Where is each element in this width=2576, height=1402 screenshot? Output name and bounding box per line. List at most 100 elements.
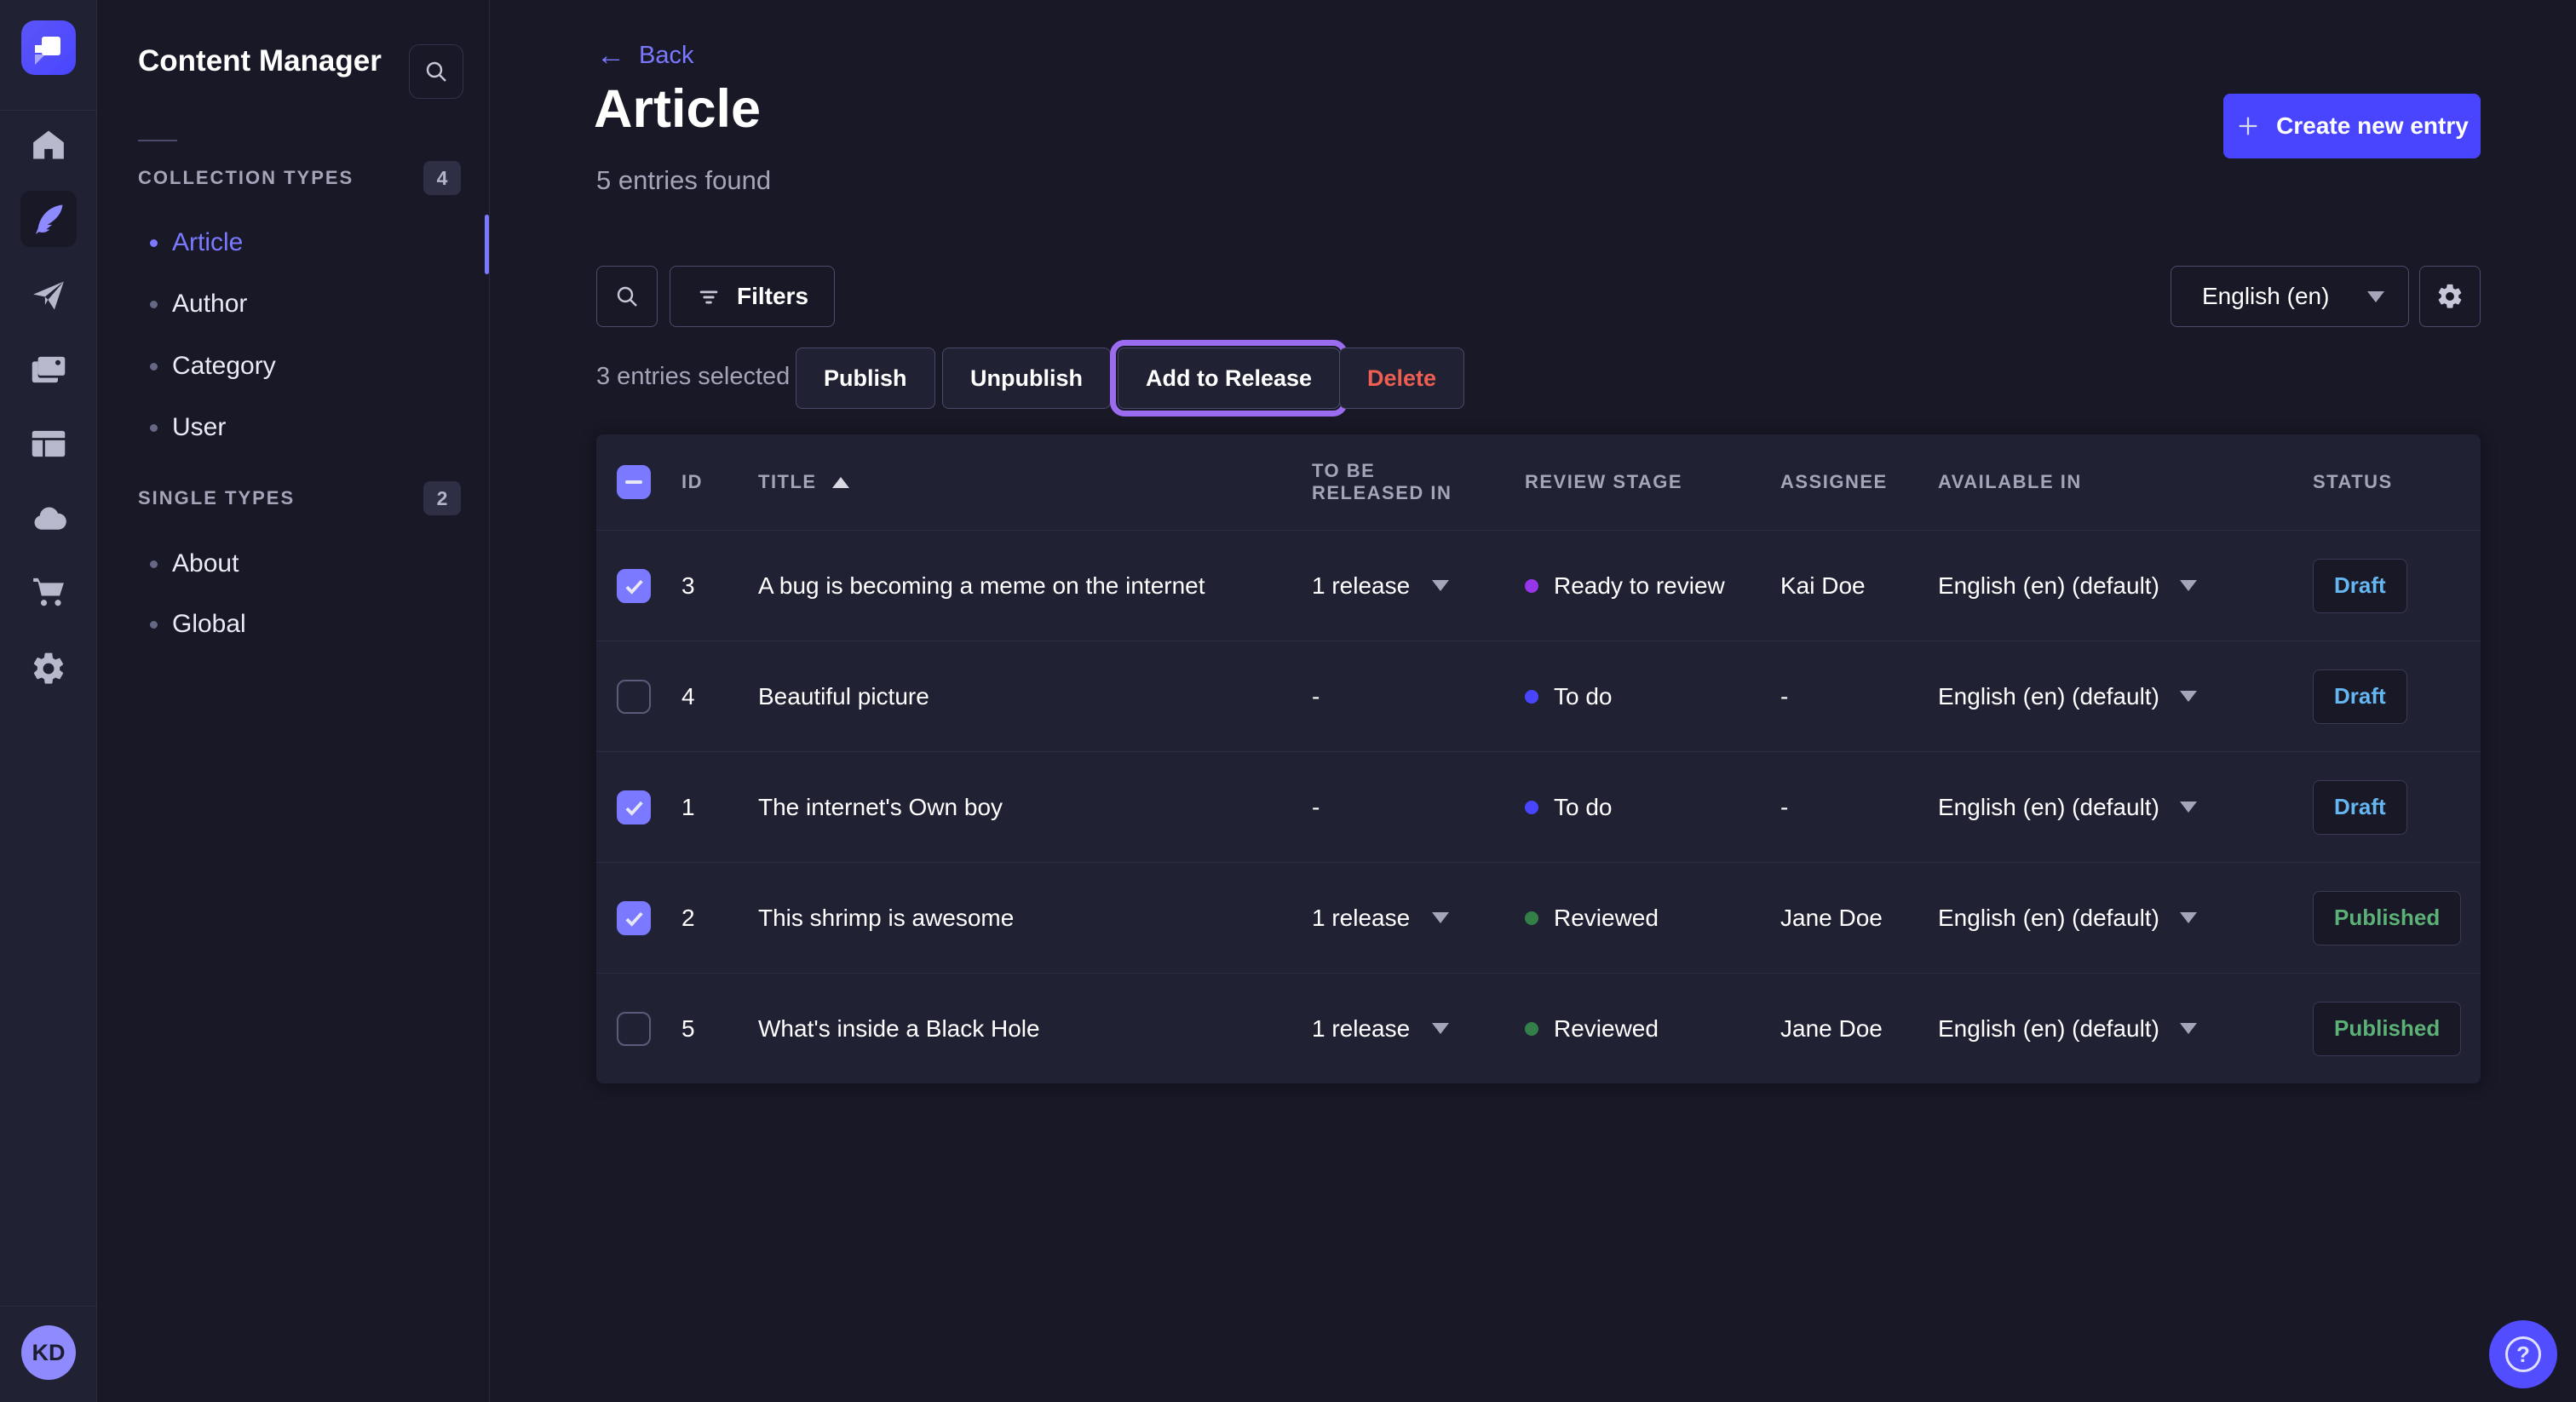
review-stage-value: Reviewed <box>1554 1015 1659 1043</box>
release-cell[interactable]: - <box>1278 794 1491 821</box>
strapi-logo-icon <box>21 20 76 75</box>
locale-cell[interactable]: English (en) (default) <box>1904 794 2279 821</box>
user-avatar[interactable]: KD <box>21 1325 76 1380</box>
nav-releases[interactable] <box>0 265 96 326</box>
subnav-title: Content Manager <box>138 44 382 78</box>
locale-cell[interactable]: English (en) (default) <box>1904 683 2279 710</box>
row-id: 5 <box>681 1015 758 1043</box>
sidebar-item-label: User <box>172 413 226 442</box>
locale-cell[interactable]: English (en) (default) <box>1904 905 2279 932</box>
view-settings-button[interactable] <box>2419 266 2481 327</box>
locale-cell[interactable]: English (en) (default) <box>1904 1015 2279 1043</box>
strapi-logo[interactable] <box>21 20 76 75</box>
search-icon <box>613 283 641 310</box>
release-cell[interactable]: 1 release <box>1278 905 1491 932</box>
review-stage-value: To do <box>1554 794 1613 821</box>
layout-icon <box>30 425 67 463</box>
locale-cell[interactable]: English (en) (default) <box>1904 572 2279 600</box>
locale-select[interactable]: English (en) <box>2171 266 2409 327</box>
cloud-icon <box>30 499 67 537</box>
row-checkbox[interactable] <box>617 680 651 714</box>
subnav-divider <box>138 140 177 141</box>
sidebar-item-label: Article <box>172 228 243 257</box>
content-manager-subnav: Content Manager COLLECTION TYPES 4 Artic… <box>97 0 490 1402</box>
assignee-cell: Jane Doe <box>1746 905 1904 932</box>
release-cell[interactable]: - <box>1278 683 1491 710</box>
review-stage-cell: Ready to review <box>1491 572 1746 600</box>
col-header-available-in[interactable]: AVAILABLE IN <box>1904 471 2279 493</box>
nav-marketplace[interactable] <box>0 560 96 622</box>
sidebar-item-label: About <box>172 549 239 578</box>
row-checkbox[interactable] <box>617 901 651 935</box>
chevron-down-icon <box>1432 580 1449 591</box>
nav-deploy[interactable] <box>0 487 96 549</box>
nav-home[interactable] <box>0 114 96 175</box>
images-icon <box>30 351 67 388</box>
create-new-entry-button[interactable]: Create new entry <box>2223 94 2481 158</box>
status-badge: Draft <box>2313 559 2407 613</box>
nav-settings[interactable] <box>0 638 96 699</box>
review-stage-cell: Reviewed <box>1491 1015 1746 1043</box>
filters-button[interactable]: Filters <box>670 266 835 327</box>
back-link[interactable]: ← Back <box>596 41 693 70</box>
status-badge: Published <box>2313 891 2461 945</box>
sidebar-item-label: Author <box>172 290 247 319</box>
sidebar-item-label: Global <box>172 610 246 639</box>
assignee-cell: - <box>1746 794 1904 821</box>
unpublish-button[interactable]: Unpublish <box>942 348 1111 409</box>
gear-icon <box>2435 282 2464 311</box>
bullet-icon <box>150 560 158 568</box>
release-cell[interactable]: 1 release <box>1278 572 1491 600</box>
rail-bottom-divider <box>0 1306 96 1307</box>
arrow-left-icon: ← <box>596 41 625 70</box>
col-header-status[interactable]: STATUS <box>2279 471 2481 493</box>
row-checkbox[interactable] <box>617 790 651 825</box>
nav-content-manager[interactable] <box>20 191 77 247</box>
gear-icon <box>30 650 67 687</box>
delete-button[interactable]: Delete <box>1339 348 1464 409</box>
nav-media-library[interactable] <box>0 339 96 400</box>
release-cell[interactable]: 1 release <box>1278 1015 1491 1043</box>
locale-value: English (en) (default) <box>1938 794 2159 821</box>
filters-label: Filters <box>737 283 808 310</box>
table-row[interactable]: 2 This shrimp is awesome 1 release Revie… <box>596 862 2481 973</box>
col-header-title[interactable]: TITLE <box>758 471 1278 493</box>
sidebar-item-category[interactable]: Category <box>97 336 489 397</box>
col-header-assignee[interactable]: ASSIGNEE <box>1746 471 1904 493</box>
publish-button[interactable]: Publish <box>796 348 935 409</box>
subnav-search-button[interactable] <box>409 44 463 99</box>
table-row[interactable]: 4 Beautiful picture - To do - English (e… <box>596 641 2481 751</box>
sidebar-item-user[interactable]: User <box>97 397 489 458</box>
table-row[interactable]: 5 What's inside a Black Hole 1 release R… <box>596 973 2481 1083</box>
sidebar-item-global[interactable]: Global <box>97 594 489 655</box>
list-search-button[interactable] <box>596 266 658 327</box>
row-checkbox[interactable] <box>617 1012 651 1046</box>
review-stage-dot <box>1525 911 1538 925</box>
status-badge: Draft <box>2313 780 2407 835</box>
release-value: - <box>1312 794 1320 821</box>
help-button[interactable]: ? <box>2489 1320 2557 1388</box>
col-header-released[interactable]: TO BE RELEASED IN <box>1278 460 1491 504</box>
col-header-id[interactable]: ID <box>681 471 758 493</box>
row-checkbox[interactable] <box>617 569 651 603</box>
table-row[interactable]: 1 The internet's Own boy - To do - Engli… <box>596 751 2481 862</box>
locale-value: English (en) (default) <box>1938 572 2159 600</box>
chevron-down-icon <box>2180 912 2197 923</box>
row-id: 2 <box>681 905 758 932</box>
single-types-count-badge: 2 <box>423 481 461 515</box>
col-header-review-stage[interactable]: REVIEW STAGE <box>1491 471 1746 493</box>
row-id: 1 <box>681 794 758 821</box>
bullet-icon <box>150 301 158 308</box>
cart-icon <box>30 572 67 610</box>
bullet-icon <box>150 424 158 432</box>
table-row[interactable]: 3 A bug is becoming a meme on the intern… <box>596 530 2481 641</box>
entries-count: 5 entries found <box>596 165 771 196</box>
row-title: A bug is becoming a meme on the internet <box>758 572 1278 600</box>
sidebar-item-author[interactable]: Author <box>97 273 489 335</box>
sidebar-item-article[interactable]: Article <box>97 212 489 273</box>
select-all-checkbox[interactable] <box>617 465 651 499</box>
nav-content-type-builder[interactable] <box>0 413 96 474</box>
add-to-release-button[interactable]: Add to Release <box>1118 348 1340 409</box>
plus-icon <box>2235 113 2261 139</box>
sidebar-item-about[interactable]: About <box>97 533 489 595</box>
